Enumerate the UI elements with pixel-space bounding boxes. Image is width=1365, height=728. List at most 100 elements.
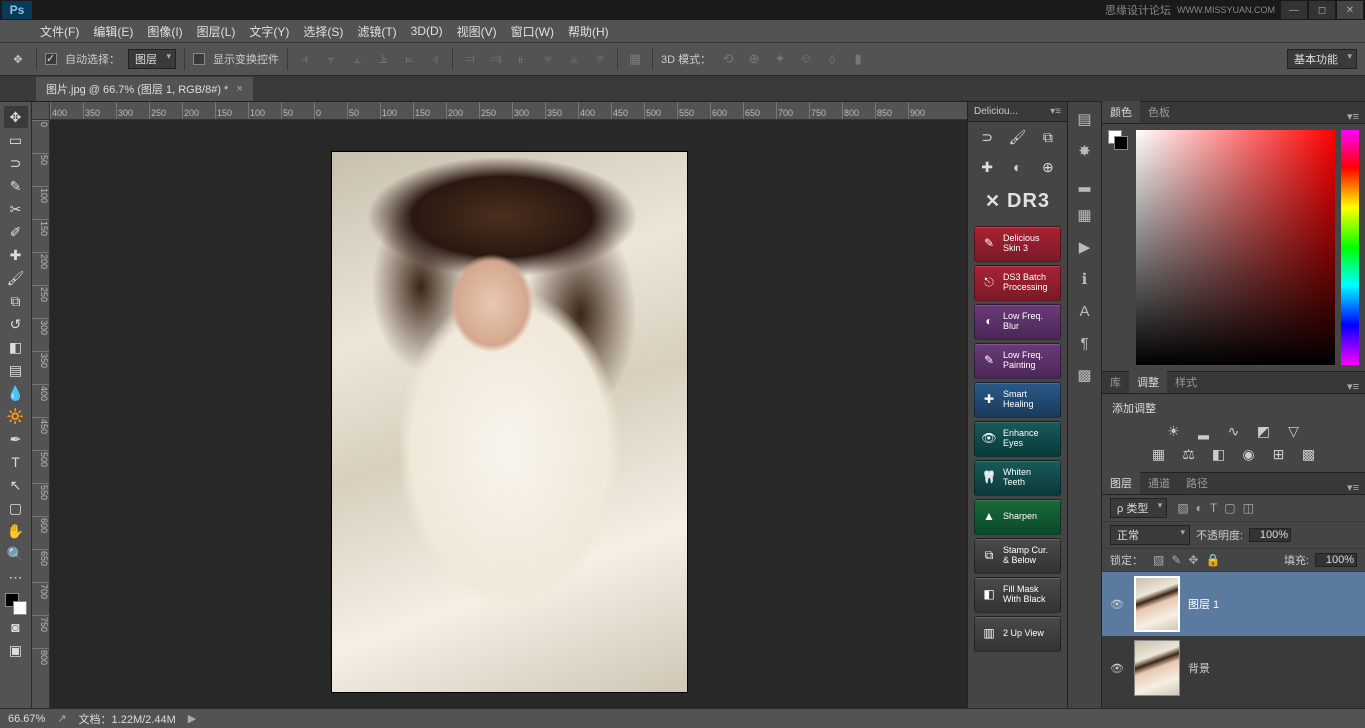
- visibility-icon[interactable]: 👁: [1108, 598, 1126, 611]
- bw-icon[interactable]: ◧: [1209, 446, 1229, 463]
- panel-menu-icon[interactable]: ▾≡: [1341, 481, 1365, 494]
- dr3-button-smart-healing[interactable]: ✚Smart Healing: [974, 382, 1061, 418]
- edit-toolbar[interactable]: ⋯: [4, 566, 28, 588]
- blur-tool[interactable]: 💧: [4, 382, 28, 404]
- document-tab[interactable]: 图片.jpg @ 66.7% (图层 1, RGB/8#) * ×: [36, 77, 253, 101]
- opacity-input[interactable]: 100%: [1249, 528, 1291, 542]
- lock-pixels-icon[interactable]: ▧: [1153, 553, 1164, 567]
- photo-filter-icon[interactable]: ◉: [1239, 446, 1259, 463]
- menu-edit[interactable]: 编辑(E): [93, 23, 133, 40]
- color-swatches[interactable]: [5, 593, 27, 615]
- chevron-right-icon[interactable]: ▶: [188, 712, 196, 725]
- distribute-icon[interactable]: ⫨: [565, 50, 583, 68]
- close-tab-icon[interactable]: ×: [236, 83, 242, 95]
- 3d-icon[interactable]: ⊕: [745, 50, 763, 68]
- clone-tool[interactable]: ⧉: [4, 290, 28, 312]
- fill-input[interactable]: 100%: [1315, 553, 1357, 567]
- zoom-tool[interactable]: 🔍: [4, 543, 28, 565]
- layer-item[interactable]: 👁背景: [1102, 636, 1365, 700]
- filter-pixel-icon[interactable]: ▧: [1177, 501, 1188, 515]
- history-panel-icon[interactable]: ▤: [1074, 108, 1096, 130]
- menu-select[interactable]: 选择(S): [303, 23, 343, 40]
- color-swatch-pair[interactable]: [1108, 130, 1130, 365]
- filter-shape-icon[interactable]: ▢: [1224, 501, 1235, 515]
- tab-swatches[interactable]: 色板: [1140, 101, 1178, 123]
- quick-select-tool[interactable]: ✎: [4, 175, 28, 197]
- shape-tool[interactable]: ▢: [4, 497, 28, 519]
- target-icon[interactable]: ⊕: [1038, 158, 1058, 176]
- actions-panel-icon[interactable]: ▶: [1074, 236, 1096, 258]
- patch-icon[interactable]: ◐: [1007, 158, 1027, 176]
- brush-icon[interactable]: 🖌: [1007, 128, 1027, 146]
- move-tool[interactable]: ✥: [4, 106, 28, 128]
- brightness-icon[interactable]: ☀: [1164, 423, 1184, 440]
- hue-icon[interactable]: ▦: [1149, 446, 1169, 463]
- tab-library[interactable]: 库: [1102, 371, 1129, 393]
- 3d-icon[interactable]: ✦: [771, 50, 789, 68]
- clone-icon[interactable]: ⧉: [1038, 128, 1058, 146]
- horizontal-ruler[interactable]: 4003503002502001501005005010015020025030…: [50, 102, 967, 120]
- filter-adjust-icon[interactable]: ◐: [1196, 501, 1203, 515]
- path-tool[interactable]: ↖: [4, 474, 28, 496]
- dodge-tool[interactable]: 🔆: [4, 405, 28, 427]
- tab-layers[interactable]: 图层: [1102, 472, 1140, 494]
- minimize-button[interactable]: —: [1281, 1, 1307, 19]
- layer-name[interactable]: 图层 1: [1188, 596, 1219, 612]
- lut-icon[interactable]: ▩: [1299, 446, 1319, 463]
- gradient-tool[interactable]: ▤: [4, 359, 28, 381]
- distribute-icon[interactable]: ⫦: [513, 50, 531, 68]
- paragraph-panel-icon[interactable]: ¶: [1074, 332, 1096, 354]
- auto-select-checkbox[interactable]: [45, 53, 57, 65]
- type-tool[interactable]: T: [4, 451, 28, 473]
- dr3-button-fill-mask-with-black[interactable]: ◧Fill Mask With Black: [974, 577, 1061, 613]
- properties-panel-icon[interactable]: ▦: [1074, 204, 1096, 226]
- menu-layer[interactable]: 图层(L): [197, 23, 236, 40]
- menu-filter[interactable]: 滤镜(T): [357, 23, 396, 40]
- align-icon[interactable]: ⫞: [296, 50, 314, 68]
- layer-thumbnail[interactable]: [1134, 576, 1180, 632]
- close-button[interactable]: ✕: [1337, 1, 1363, 19]
- color-field[interactable]: [1136, 130, 1335, 365]
- align-icon[interactable]: ⫢: [400, 50, 418, 68]
- auto-align-icon[interactable]: ▦: [626, 50, 644, 68]
- 3d-icon[interactable]: ▮: [849, 50, 867, 68]
- swatches-panel-icon[interactable]: ▩: [1074, 364, 1096, 386]
- screen-mode[interactable]: ▣: [4, 639, 28, 661]
- zoom-level[interactable]: 66.67%: [8, 713, 45, 725]
- curves-icon[interactable]: ∿: [1224, 423, 1244, 440]
- vibrance-icon[interactable]: ▽: [1284, 423, 1304, 440]
- dr3-button-ds3-batch-processing[interactable]: ⎋DS3 Batch Processing: [974, 265, 1061, 301]
- lock-brush-icon[interactable]: ✎: [1171, 553, 1181, 567]
- dr3-button-low-freq-painting[interactable]: ✎Low Freq. Painting: [974, 343, 1061, 379]
- 3d-icon[interactable]: ◊: [823, 50, 841, 68]
- brush-tool[interactable]: 🖌: [4, 267, 28, 289]
- character-panel-icon[interactable]: A: [1074, 300, 1096, 322]
- dr3-button-2-up-view[interactable]: ▥2 Up View: [974, 616, 1061, 652]
- info-panel-icon[interactable]: ℹ: [1074, 268, 1096, 290]
- distribute-icon[interactable]: ⫧: [539, 50, 557, 68]
- layer-item[interactable]: 👁 图层 1: [1102, 572, 1365, 636]
- dr3-button-sharpen[interactable]: ▲Sharpen: [974, 499, 1061, 535]
- 3d-icon[interactable]: ⟲: [719, 50, 737, 68]
- channel-mixer-icon[interactable]: ⊞: [1269, 446, 1289, 463]
- navigator-panel-icon[interactable]: ✸: [1074, 140, 1096, 162]
- distribute-icon[interactable]: ⫤: [461, 50, 479, 68]
- marquee-tool[interactable]: ▭: [4, 129, 28, 151]
- tab-channels[interactable]: 通道: [1140, 472, 1178, 494]
- panel-menu-icon[interactable]: ▾≡: [1341, 110, 1365, 123]
- dr3-button-stamp-cur-below[interactable]: ⧉Stamp Cur. & Below: [974, 538, 1061, 574]
- distribute-icon[interactable]: ⫥: [487, 50, 505, 68]
- menu-view[interactable]: 视图(V): [457, 23, 497, 40]
- doc-size[interactable]: 文档：1.22M/2.44M: [79, 711, 176, 727]
- filter-smart-icon[interactable]: ◫: [1243, 501, 1254, 515]
- show-transform-checkbox[interactable]: [193, 53, 205, 65]
- dr3-button-enhance-eyes[interactable]: 👁Enhance Eyes: [974, 421, 1061, 457]
- 3d-icon[interactable]: ⟐: [797, 50, 815, 68]
- blend-mode-dropdown[interactable]: 正常: [1110, 525, 1190, 545]
- maximize-button[interactable]: ◻: [1309, 1, 1335, 19]
- workspace-dropdown[interactable]: 基本功能: [1287, 49, 1357, 69]
- balance-icon[interactable]: ⚖: [1179, 446, 1199, 463]
- eraser-tool[interactable]: ◧: [4, 336, 28, 358]
- align-icon[interactable]: ⫣: [426, 50, 444, 68]
- lock-all-icon[interactable]: 🔒: [1205, 553, 1220, 567]
